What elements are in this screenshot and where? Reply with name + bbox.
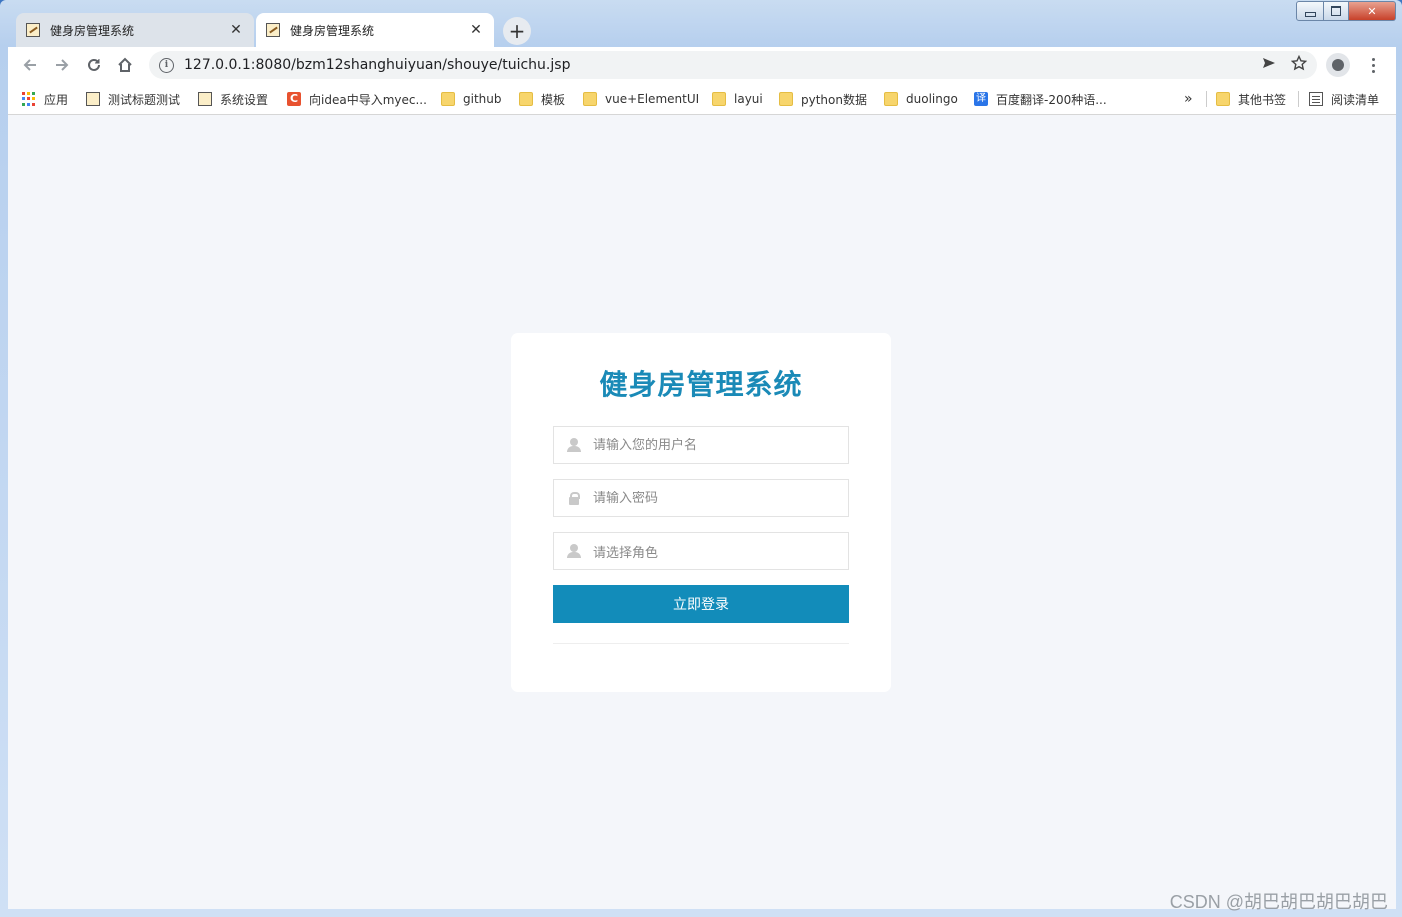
- close-icon: ✕: [1367, 4, 1377, 18]
- browser-toolbar: i 127.0.0.1:8080/bzm12shanghuiyuan/shouy…: [8, 47, 1396, 83]
- bookmark-divider: [1206, 91, 1207, 107]
- username-field[interactable]: [553, 426, 849, 464]
- maximize-button[interactable]: [1324, 1, 1349, 21]
- username-input[interactable]: [593, 437, 848, 453]
- bookmark-divider: [1298, 91, 1299, 107]
- bookmark-vue[interactable]: vue+ElementUI: [583, 89, 699, 109]
- bookmark-label: layui: [734, 92, 763, 106]
- reload-icon[interactable]: [82, 54, 106, 76]
- site-info-icon[interactable]: i: [159, 57, 174, 73]
- bookmark-other[interactable]: 其他书签: [1216, 89, 1286, 109]
- bookmark-duolingo[interactable]: duolingo: [884, 89, 958, 109]
- bookmarks-bar: 应用 测试标题测试 系统设置 C 向idea中导入myec... github …: [8, 83, 1396, 115]
- bookmark-label: 应用: [44, 92, 69, 107]
- maximize-icon: [1331, 6, 1341, 16]
- folder-icon: [1216, 92, 1230, 106]
- bookmark-label: 系统设置: [220, 92, 269, 107]
- profile-avatar-icon[interactable]: [1326, 53, 1350, 77]
- favicon-icon: [26, 23, 40, 37]
- bookmark-python[interactable]: python数据: [779, 89, 867, 109]
- bookmark-label: 模板: [541, 92, 566, 107]
- page-icon: [86, 92, 100, 106]
- minimize-icon: [1304, 11, 1316, 17]
- folder-icon: [779, 92, 793, 106]
- bookmark-csdn[interactable]: C 向idea中导入myec...: [287, 89, 427, 109]
- login-card: 健身房管理系统 请选择角色 立即登录: [511, 333, 891, 692]
- bookmark-label: 测试标题测试: [108, 92, 181, 107]
- user-icon: [567, 438, 581, 452]
- forward-arrow-icon[interactable]: [50, 54, 74, 76]
- bookmark-label: python数据: [801, 92, 867, 107]
- role-select[interactable]: 请选择角色: [553, 532, 849, 570]
- bookmark-layui[interactable]: layui: [712, 89, 763, 109]
- tab-2[interactable]: 健身房管理系统 ✕: [256, 13, 494, 47]
- bookmark-label: 百度翻译-200种语...: [996, 92, 1107, 107]
- home-icon[interactable]: [113, 54, 137, 76]
- folder-icon: [884, 92, 898, 106]
- back-arrow-icon[interactable]: [18, 54, 42, 76]
- bookmark-test[interactable]: 测试标题测试: [86, 89, 180, 109]
- password-field[interactable]: [553, 479, 849, 517]
- new-tab-button[interactable]: +: [503, 17, 531, 45]
- window-controls: ✕: [1296, 1, 1396, 21]
- tab-title: 健身房管理系统: [290, 23, 375, 38]
- page-content: 健身房管理系统 请选择角色 立即登录: [8, 115, 1396, 909]
- send-icon[interactable]: [1261, 55, 1277, 75]
- csdn-watermark: CSDN @胡巴胡巴胡巴胡巴: [1169, 892, 1388, 912]
- login-title: 健身房管理系统: [599, 368, 803, 401]
- bookmark-apps[interactable]: 应用: [22, 89, 68, 109]
- folder-icon: [712, 92, 726, 106]
- bookmark-templates[interactable]: 模板: [519, 89, 565, 109]
- bookmark-github[interactable]: github: [441, 89, 501, 109]
- avatar: [1332, 59, 1344, 71]
- bookmarks-overflow-button[interactable]: »: [1184, 89, 1193, 109]
- password-input[interactable]: [593, 490, 848, 506]
- tab-close-icon[interactable]: ✕: [468, 22, 484, 38]
- lock-icon: [567, 491, 581, 505]
- more-menu-icon[interactable]: [1368, 53, 1378, 77]
- bookmark-label: github: [463, 92, 502, 106]
- reading-list-icon: [1309, 92, 1323, 106]
- url-host: 127.0.0.1: [184, 57, 251, 73]
- minimize-button[interactable]: [1296, 1, 1324, 21]
- page-icon: [198, 92, 212, 106]
- address-bar[interactable]: i 127.0.0.1:8080/bzm12shanghuiyuan/shouy…: [149, 51, 1317, 79]
- login-button[interactable]: 立即登录: [553, 585, 849, 623]
- url-path: :8080/bzm12shanghuiyuan/shouye/tuichu.js…: [250, 57, 571, 73]
- role-placeholder: 请选择角色: [593, 545, 659, 561]
- url-text[interactable]: 127.0.0.1:8080/bzm12shanghuiyuan/shouye/…: [184, 57, 570, 73]
- user-icon: [567, 544, 581, 558]
- bookmark-label: 阅读清单: [1331, 92, 1380, 107]
- folder-icon: [441, 92, 455, 106]
- bookmark-label: 其他书签: [1238, 92, 1287, 107]
- apps-grid-icon: [22, 92, 36, 106]
- browser-window: ✕ 健身房管理系统 ✕ 健身房管理系统 ✕ + i 127.0.0.1:8080…: [0, 0, 1402, 917]
- tab-close-icon[interactable]: ✕: [228, 22, 244, 38]
- reading-list-button[interactable]: 阅读清单: [1309, 89, 1379, 109]
- translate-icon: 译: [974, 92, 988, 106]
- omnibox-actions: [1261, 54, 1308, 75]
- csdn-c-icon: C: [287, 92, 301, 106]
- folder-icon: [519, 92, 533, 106]
- bookmark-label: 向idea中导入myec...: [309, 92, 427, 107]
- bookmark-settings[interactable]: 系统设置: [198, 89, 268, 109]
- tab-title: 健身房管理系统: [50, 23, 135, 38]
- favicon-icon: [266, 23, 280, 37]
- divider: [553, 643, 849, 644]
- close-window-button[interactable]: ✕: [1349, 1, 1396, 21]
- star-icon[interactable]: [1290, 54, 1308, 75]
- tab-1[interactable]: 健身房管理系统 ✕: [16, 13, 254, 47]
- folder-icon: [583, 92, 597, 106]
- bookmark-label: vue+ElementUI: [605, 92, 700, 106]
- bookmark-label: duolingo: [906, 92, 958, 106]
- bookmark-baidu-translate[interactable]: 译 百度翻译-200种语...: [974, 89, 1107, 109]
